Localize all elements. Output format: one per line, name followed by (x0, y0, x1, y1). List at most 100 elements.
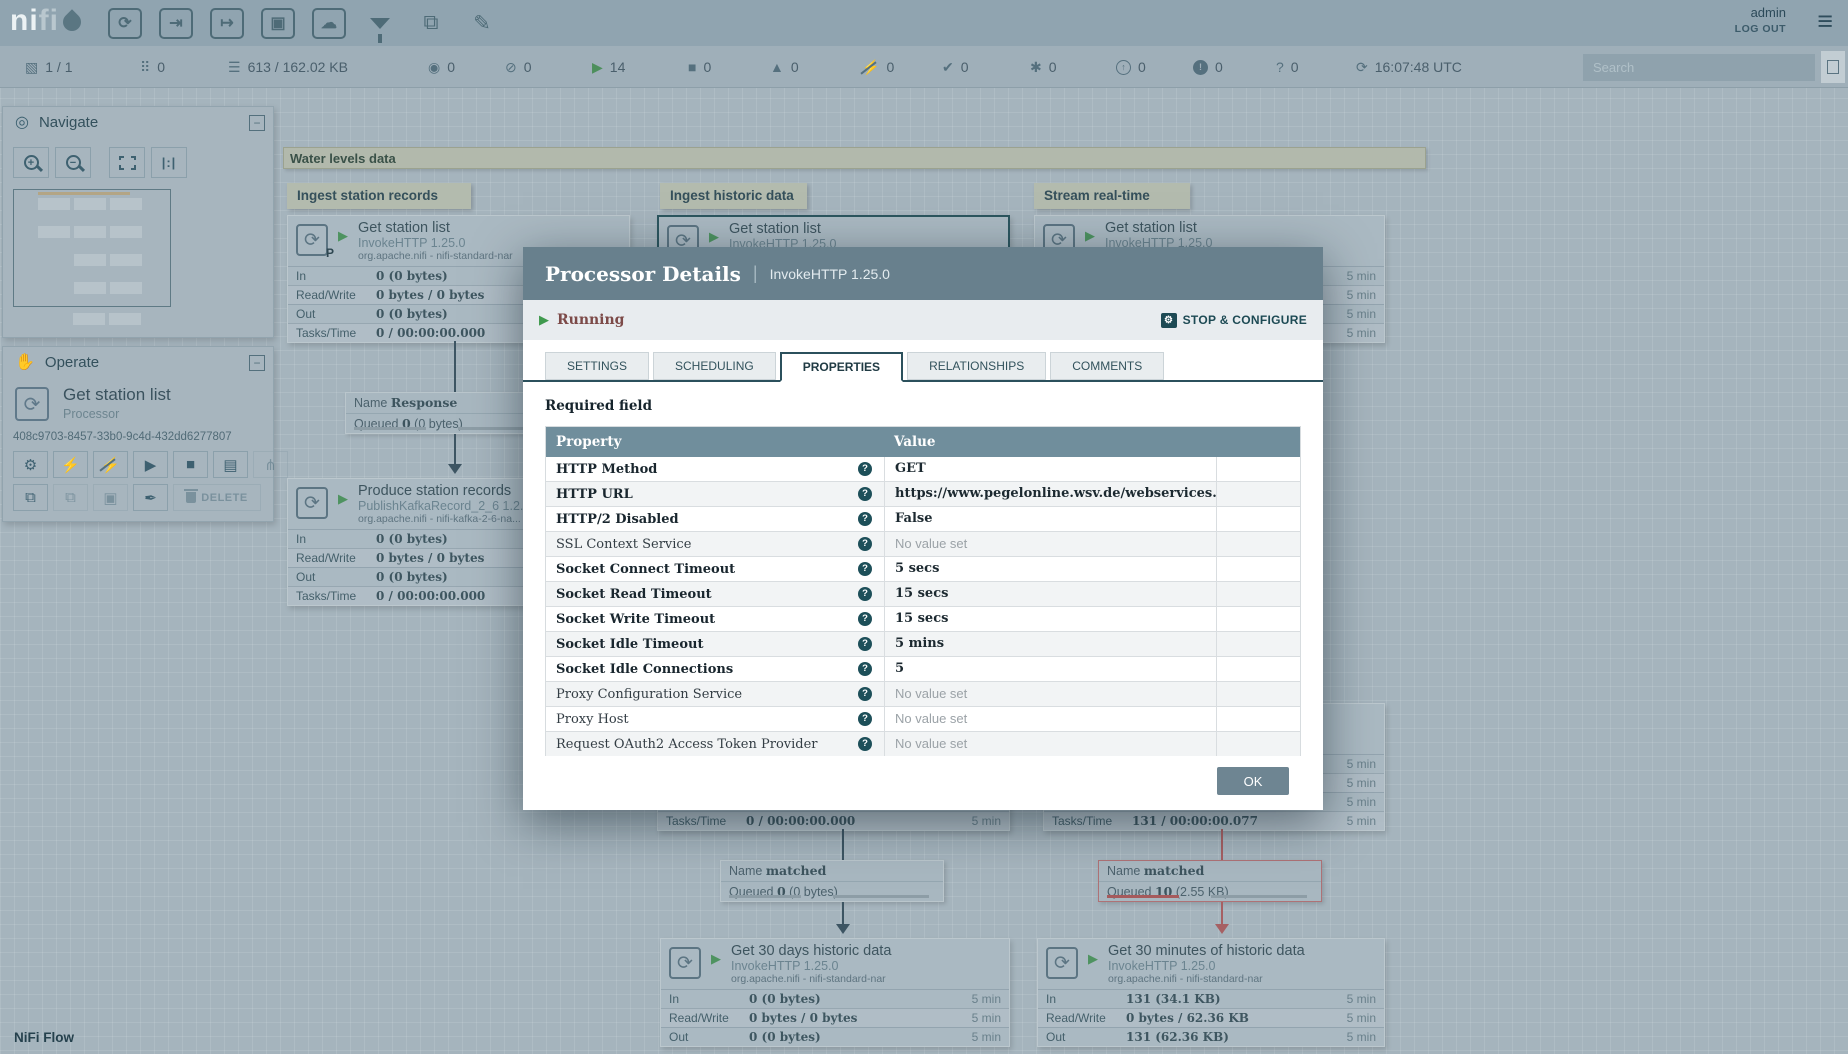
dialog-header: Processor Details | InvokeHTTP 1.25.0 (523, 247, 1323, 300)
copy-button[interactable]: ⧉ (13, 484, 48, 511)
collapse-operate-button[interactable]: − (249, 355, 265, 371)
last-refresh-time: 16:07:48 UTC (1374, 59, 1462, 75)
help-icon[interactable]: ? (858, 637, 872, 651)
canvas-label-water-levels[interactable]: Water levels data (283, 147, 1426, 169)
help-icon[interactable]: ? (858, 562, 872, 576)
table-row: Proxy Configuration Service? No value se… (546, 682, 1300, 707)
disable-button[interactable]: ⚡ (93, 451, 128, 478)
input-port-drag-icon[interactable]: ⇥ (159, 7, 193, 39)
processor-name: Get 30 minutes of historic data (1108, 943, 1305, 959)
processor-drag-icon[interactable]: ⟳ (108, 7, 142, 39)
processor-icon: ⟳ P (296, 224, 334, 260)
warning-icon: ▲ (770, 59, 784, 75)
enable-button[interactable]: ⚡ (53, 451, 88, 478)
canvas-label-stream-real-time-data[interactable]: Stream real-time data (1034, 183, 1190, 229)
connection-label[interactable]: Name matched Queued 0 (0 bytes) (720, 860, 944, 902)
template-drag-icon[interactable]: ⧉ (414, 8, 448, 39)
tab-comments[interactable]: COMMENTS (1050, 352, 1165, 380)
asterisk-icon: ✱ (1030, 58, 1042, 75)
global-menu-icon[interactable]: ≡ (1817, 6, 1833, 36)
help-icon[interactable]: ? (858, 462, 872, 476)
stat-row: Read/Write 0 bytes / 62.36 KB 5 min (1038, 1008, 1384, 1027)
help-icon[interactable]: ? (858, 687, 872, 701)
tab-relationships[interactable]: RELATIONSHIPS (907, 352, 1047, 380)
primary-node-badge: P (325, 246, 334, 260)
zoom-fit-button[interactable] (109, 147, 145, 178)
tab-scheduling[interactable]: SCHEDULING (653, 352, 776, 380)
dialog-title: Processor Details (545, 261, 741, 286)
play-icon: ▶ (144, 456, 157, 474)
create-template-button[interactable]: ▤ (213, 451, 248, 478)
paste-button[interactable]: ⧉ (53, 484, 88, 511)
zoom-actual-size-button[interactable]: |:| (151, 147, 187, 178)
help-icon[interactable]: ? (858, 712, 872, 726)
help-icon[interactable]: ? (858, 512, 872, 526)
processor-tile[interactable]: ⟳ ▶ Get 30 days historic data InvokeHTTP… (660, 938, 1010, 1047)
table-row: Socket Write Timeout? 15 secs (546, 607, 1300, 632)
stop-button[interactable]: ■ (173, 451, 208, 478)
template-icon: ▤ (223, 456, 238, 474)
process-group-drag-icon[interactable]: ▣ (261, 7, 295, 39)
group-button[interactable]: ▣ (93, 484, 128, 511)
table-row: Socket Connect Timeout? 5 secs (546, 557, 1300, 582)
not-transmitting-icon: ⊘ (505, 58, 517, 75)
start-button[interactable]: ▶ (133, 451, 168, 478)
selection-id: 408c9703-8457-33b0-9c4d-432dd6277807 (13, 431, 232, 443)
processor-tile[interactable]: ⟳ ▶ Get 30 minutes of historic data Invo… (1037, 938, 1385, 1047)
zoom-in-icon: + (23, 155, 39, 170)
refresh-icon: ⟳ (1356, 58, 1368, 75)
ok-button[interactable]: OK (1217, 767, 1289, 795)
bulletin-panel-button[interactable] (1821, 51, 1845, 83)
configure-button[interactable]: ⚙ (13, 451, 48, 478)
hierarchy-icon: ⋔ (264, 456, 277, 474)
processor-bundle: org.apache.nifi - nifi-standard-nar (731, 973, 886, 985)
panel-icon (1827, 60, 1839, 74)
stat-row: Tasks/Time 131 / 00:00:00.077 5 min (1044, 811, 1384, 830)
exclamation-icon: ! (1193, 59, 1208, 75)
label-drag-icon[interactable]: ✎ (465, 8, 499, 39)
search-input[interactable] (1583, 54, 1815, 81)
hierarchy-button[interactable]: ⋔ (253, 451, 288, 478)
connection-line (1221, 902, 1223, 926)
tab-settings[interactable]: SETTINGS (545, 352, 650, 380)
zoom-in-button[interactable]: + (13, 147, 49, 178)
funnel-drag-icon[interactable] (363, 8, 397, 43)
collapse-navigate-button[interactable]: − (249, 115, 265, 131)
stop-and-configure-button[interactable]: ⚙ STOP & CONFIGURE (1160, 312, 1307, 328)
fill-color-button[interactable]: ✒ (133, 484, 168, 511)
modified-stale-stat: ! 0 (1193, 46, 1223, 88)
transmitting-stat: ◉ 0 (428, 58, 456, 76)
processor-type: InvokeHTTP 1.25.0 (1108, 959, 1216, 973)
help-icon[interactable]: ? (858, 537, 872, 551)
running-status-icon: ▶ (338, 228, 348, 243)
logout-link[interactable]: LOG OUT (1735, 23, 1786, 35)
running-status-icon: ▶ (1088, 951, 1098, 966)
help-icon[interactable]: ? (858, 487, 872, 501)
connection-label[interactable]: Name matched Queued 10 (2.55 KB) (1098, 860, 1322, 902)
help-icon[interactable]: ? (858, 612, 872, 626)
table-row: Request OAuth2 Access Token Provider? No… (546, 732, 1300, 756)
connection-line (454, 434, 456, 466)
check-icon: ✔ (942, 58, 954, 75)
table-row: HTTP/2 Disabled? False (546, 507, 1300, 532)
delete-button[interactable]: DELETE (173, 484, 261, 511)
transmitting-icon: ◉ (428, 58, 441, 75)
help-icon[interactable]: ? (858, 587, 872, 601)
tab-properties[interactable]: PROPERTIES (779, 352, 904, 382)
canvas-label-ingest-station-records[interactable]: Ingest station records (287, 183, 471, 209)
remote-process-group-drag-icon[interactable]: ☁ (312, 7, 346, 39)
running-status-icon: ▶ (709, 229, 719, 244)
help-icon[interactable]: ? (858, 737, 872, 751)
refresh-status[interactable]: ⟳ 16:07:48 UTC (1356, 46, 1462, 88)
birdseye-map[interactable] (13, 189, 171, 307)
help-icon[interactable]: ? (858, 662, 872, 676)
output-port-drag-icon[interactable]: ↦ (210, 7, 244, 39)
table-row: HTTP URL? https://www.pegelonline.wsv.de… (546, 482, 1300, 507)
sync-failure-stat: ? 0 (1276, 59, 1299, 75)
zoom-out-button[interactable]: − (55, 147, 91, 178)
navigate-panel: ◎ Navigate − + − |:| (2, 106, 274, 338)
stat-row: Tasks/Time0 / 00:00:00.0005 min (658, 811, 1009, 830)
table-row: Socket Idle Connections? 5 (546, 657, 1300, 682)
canvas-label-ingest-historic-data[interactable]: Ingest historic data (660, 183, 807, 209)
breadcrumb[interactable]: NiFi Flow (14, 1030, 74, 1045)
